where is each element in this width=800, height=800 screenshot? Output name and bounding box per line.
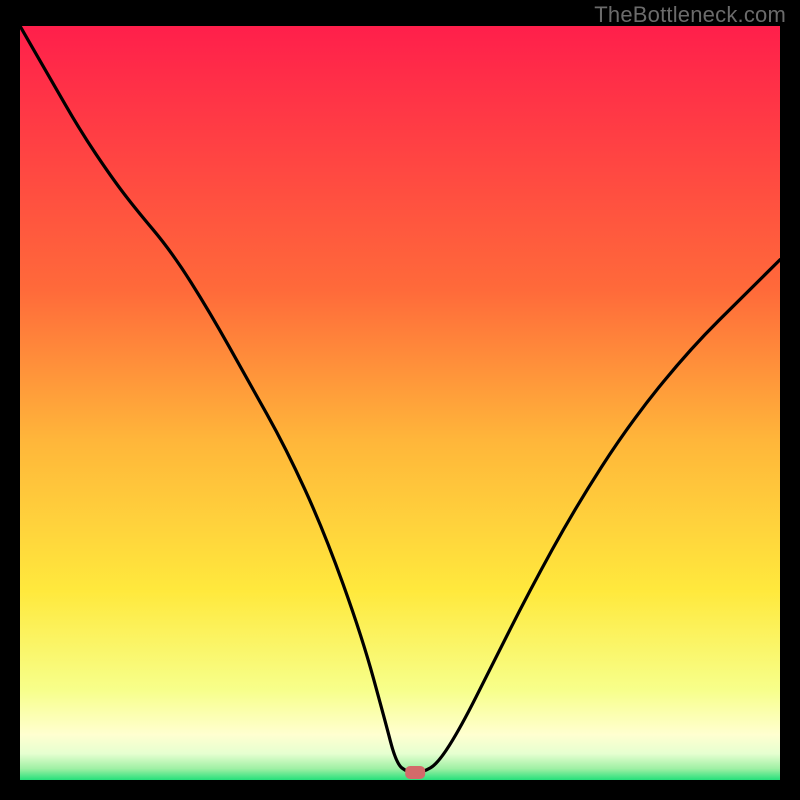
- watermark-label: TheBottleneck.com: [594, 2, 786, 28]
- bottleneck-plot: [20, 26, 780, 780]
- minimum-marker: [405, 766, 425, 779]
- chart-frame: TheBottleneck.com: [0, 0, 800, 800]
- plot-svg: [20, 26, 780, 780]
- plot-background: [20, 26, 780, 780]
